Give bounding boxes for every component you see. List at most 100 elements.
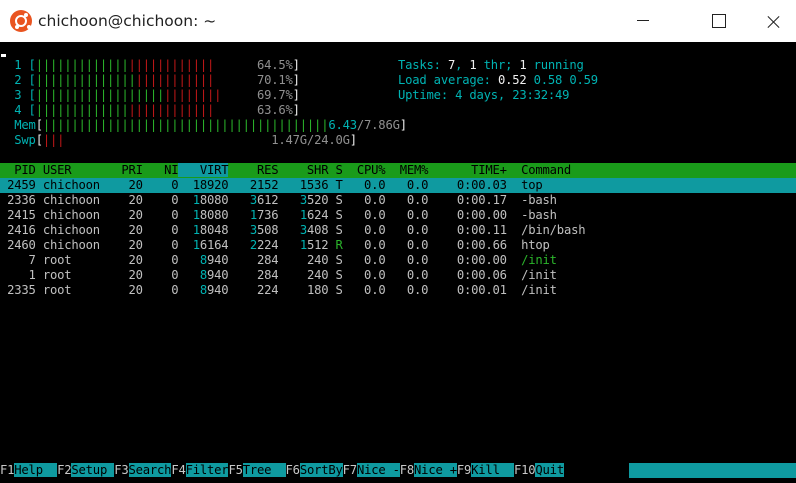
swap-bar: ||| [42,133,65,147]
function-key-f2[interactable]: F2 [57,463,72,477]
cell-virt-low: 940 [207,283,229,297]
column-header-s[interactable]: S [328,163,342,177]
cell-ni: 0 [142,193,179,207]
cell-virt-high: 8 [178,253,207,267]
process-row[interactable]: 2335 root 20 0 8940 224 180 S 0.0 0.0 0:… [0,283,557,298]
column-header-cpu[interactable]: CPU% [343,163,386,177]
swap-close: ] [349,133,357,147]
cell-command: /init [506,283,557,297]
close-button[interactable] [750,0,796,42]
load-average-info: Load average: 0.52 0.58 0.59 [398,73,598,88]
cell-shr: 1512 [278,238,329,252]
cpu-meter-end: ] [292,88,300,102]
function-label-f10[interactable]: Quit [535,463,564,477]
cpu-bar-kernel: ||||||||||| [135,73,215,87]
process-row[interactable]: 2336 chichoon 20 0 18080 3612 3520 S 0.0… [0,193,557,208]
cell-ni: 0 [142,283,179,297]
function-label-f2[interactable]: Setup [71,463,115,477]
cpu-bar-space [214,58,257,72]
cell-cpu: 0.0 [342,268,386,282]
function-key-f4[interactable]: F4 [171,463,186,477]
column-header-user[interactable]: USER [36,163,107,177]
function-key-f3[interactable]: F3 [114,463,129,477]
cell-virt: 18048 [178,223,229,237]
cell-virt-low: 8048 [199,223,229,237]
cpu-meter-label: 1 [ [0,58,36,72]
function-key-f8[interactable]: F8 [399,463,414,477]
cell-cpu: 0.0 [342,253,386,267]
cell-res-high: 2 [228,238,257,252]
cell-virt: 8940 [178,268,229,282]
cell-pid: 2415 [0,208,36,222]
column-header-virt[interactable]: VIRT [178,163,229,177]
cell-s: S [328,253,343,267]
swap-label: Swp [0,133,36,147]
cell-pri: 20 [107,223,143,237]
cpu-meter-label: 3 [ [0,88,36,102]
function-label-f4[interactable]: Filter [185,463,229,477]
cell-ni: 0 [142,208,179,222]
cell-virt-low: 940 [207,268,229,282]
function-key-f1[interactable]: F1 [0,463,14,477]
cell-pid: 2416 [0,223,36,237]
function-key-f5[interactable]: F5 [228,463,243,477]
function-key-f7[interactable]: F7 [342,463,357,477]
cell-cpu: 0.0 [342,208,386,222]
cpu-bar-kernel: |||||||||||| [128,58,215,72]
cpu-meter-3: 3 [|||||||||||||||||||||||||| 69.7%] [0,88,300,103]
cell-shr-high: 1 [278,238,307,252]
column-header-ni[interactable]: NI [143,163,178,177]
cell-user: chichoon [35,238,108,252]
process-table-header[interactable]: PID USER PRI NI VIRT RES SHR S CPU% MEM%… [0,163,796,178]
function-label-f8[interactable]: Nice + [414,463,457,477]
function-label-f1[interactable]: Help [14,463,58,477]
column-header-command[interactable]: Command [507,163,571,177]
cpu-meter-end: ] [292,58,300,72]
terminal-area[interactable]: 1 [||||||||||||||||||||||||| 64.5%] 2 [|… [0,42,796,483]
swap-space [64,133,271,147]
cell-mem: 0.0 [385,223,429,237]
column-header-shr[interactable]: SHR [278,163,329,177]
tasks-sep: , [455,58,470,72]
uptime-value: 4 days, 23:32:49 [455,88,570,102]
cell-res-low: 612 [256,193,279,207]
process-row[interactable]: 1 root 20 0 8940 284 240 S 0.0 0.0 0:00.… [0,268,557,283]
running-label: running [526,58,584,72]
cell-command: top [506,178,543,192]
maximize-button[interactable] [696,0,742,42]
process-row[interactable]: 2416 chichoon 20 0 18048 3508 3408 S 0.0… [0,223,585,238]
function-label-f9[interactable]: Kill [471,463,514,477]
cell-pid: 2460 [0,238,36,252]
minimize-button[interactable] [620,0,666,42]
function-key-f6[interactable]: F6 [285,463,300,477]
column-header-pri[interactable]: PRI [107,163,143,177]
column-header-time[interactable]: TIME+ [428,163,507,177]
cpu-percent: 69.7% [256,88,293,102]
column-header-res[interactable]: RES [228,163,279,177]
cell-pri: 20 [107,268,143,282]
cell-cpu: 0.0 [342,223,386,237]
function-label-f5[interactable]: Tree [242,463,286,477]
process-row[interactable]: 2460 chichoon 20 0 16164 2224 1512 R 0.0… [0,238,550,253]
cell-time: 0:00.11 [428,223,507,237]
column-header-pid[interactable]: PID [0,163,36,177]
process-row[interactable]: 2459 chichoon 20 0 18920 2152 1536 T 0.0… [0,178,796,193]
header-fill [571,163,796,177]
column-header-mem[interactable]: MEM% [385,163,429,177]
cpu-bar-user: |||||||||||||||||| [35,88,165,102]
process-row[interactable]: 7 root 20 0 8940 284 240 S 0.0 0.0 0:00.… [0,253,557,268]
cell-pri: 20 [107,193,143,207]
function-key-f10[interactable]: F10 [513,463,536,477]
process-row[interactable]: 2415 chichoon 20 0 18080 1736 1624 S 0.0… [0,208,557,223]
function-label-f3[interactable]: Search [128,463,172,477]
cpu-bar-space [214,73,257,87]
function-label-f6[interactable]: SortBy [299,463,343,477]
load-5min: 0.58 [533,73,563,87]
function-key-f9[interactable]: F9 [456,463,471,477]
function-label-f7[interactable]: Nice - [356,463,400,477]
load-1min: 0.52 [497,73,527,87]
window-titlebar[interactable]: chichoon@chichoon: ~ [0,0,796,42]
cell-command: /init [506,253,557,267]
function-key-bar[interactable]: F1Help F2Setup F3SearchF4FilterF5Tree F6… [0,463,564,478]
load-15min: 0.59 [569,73,598,87]
